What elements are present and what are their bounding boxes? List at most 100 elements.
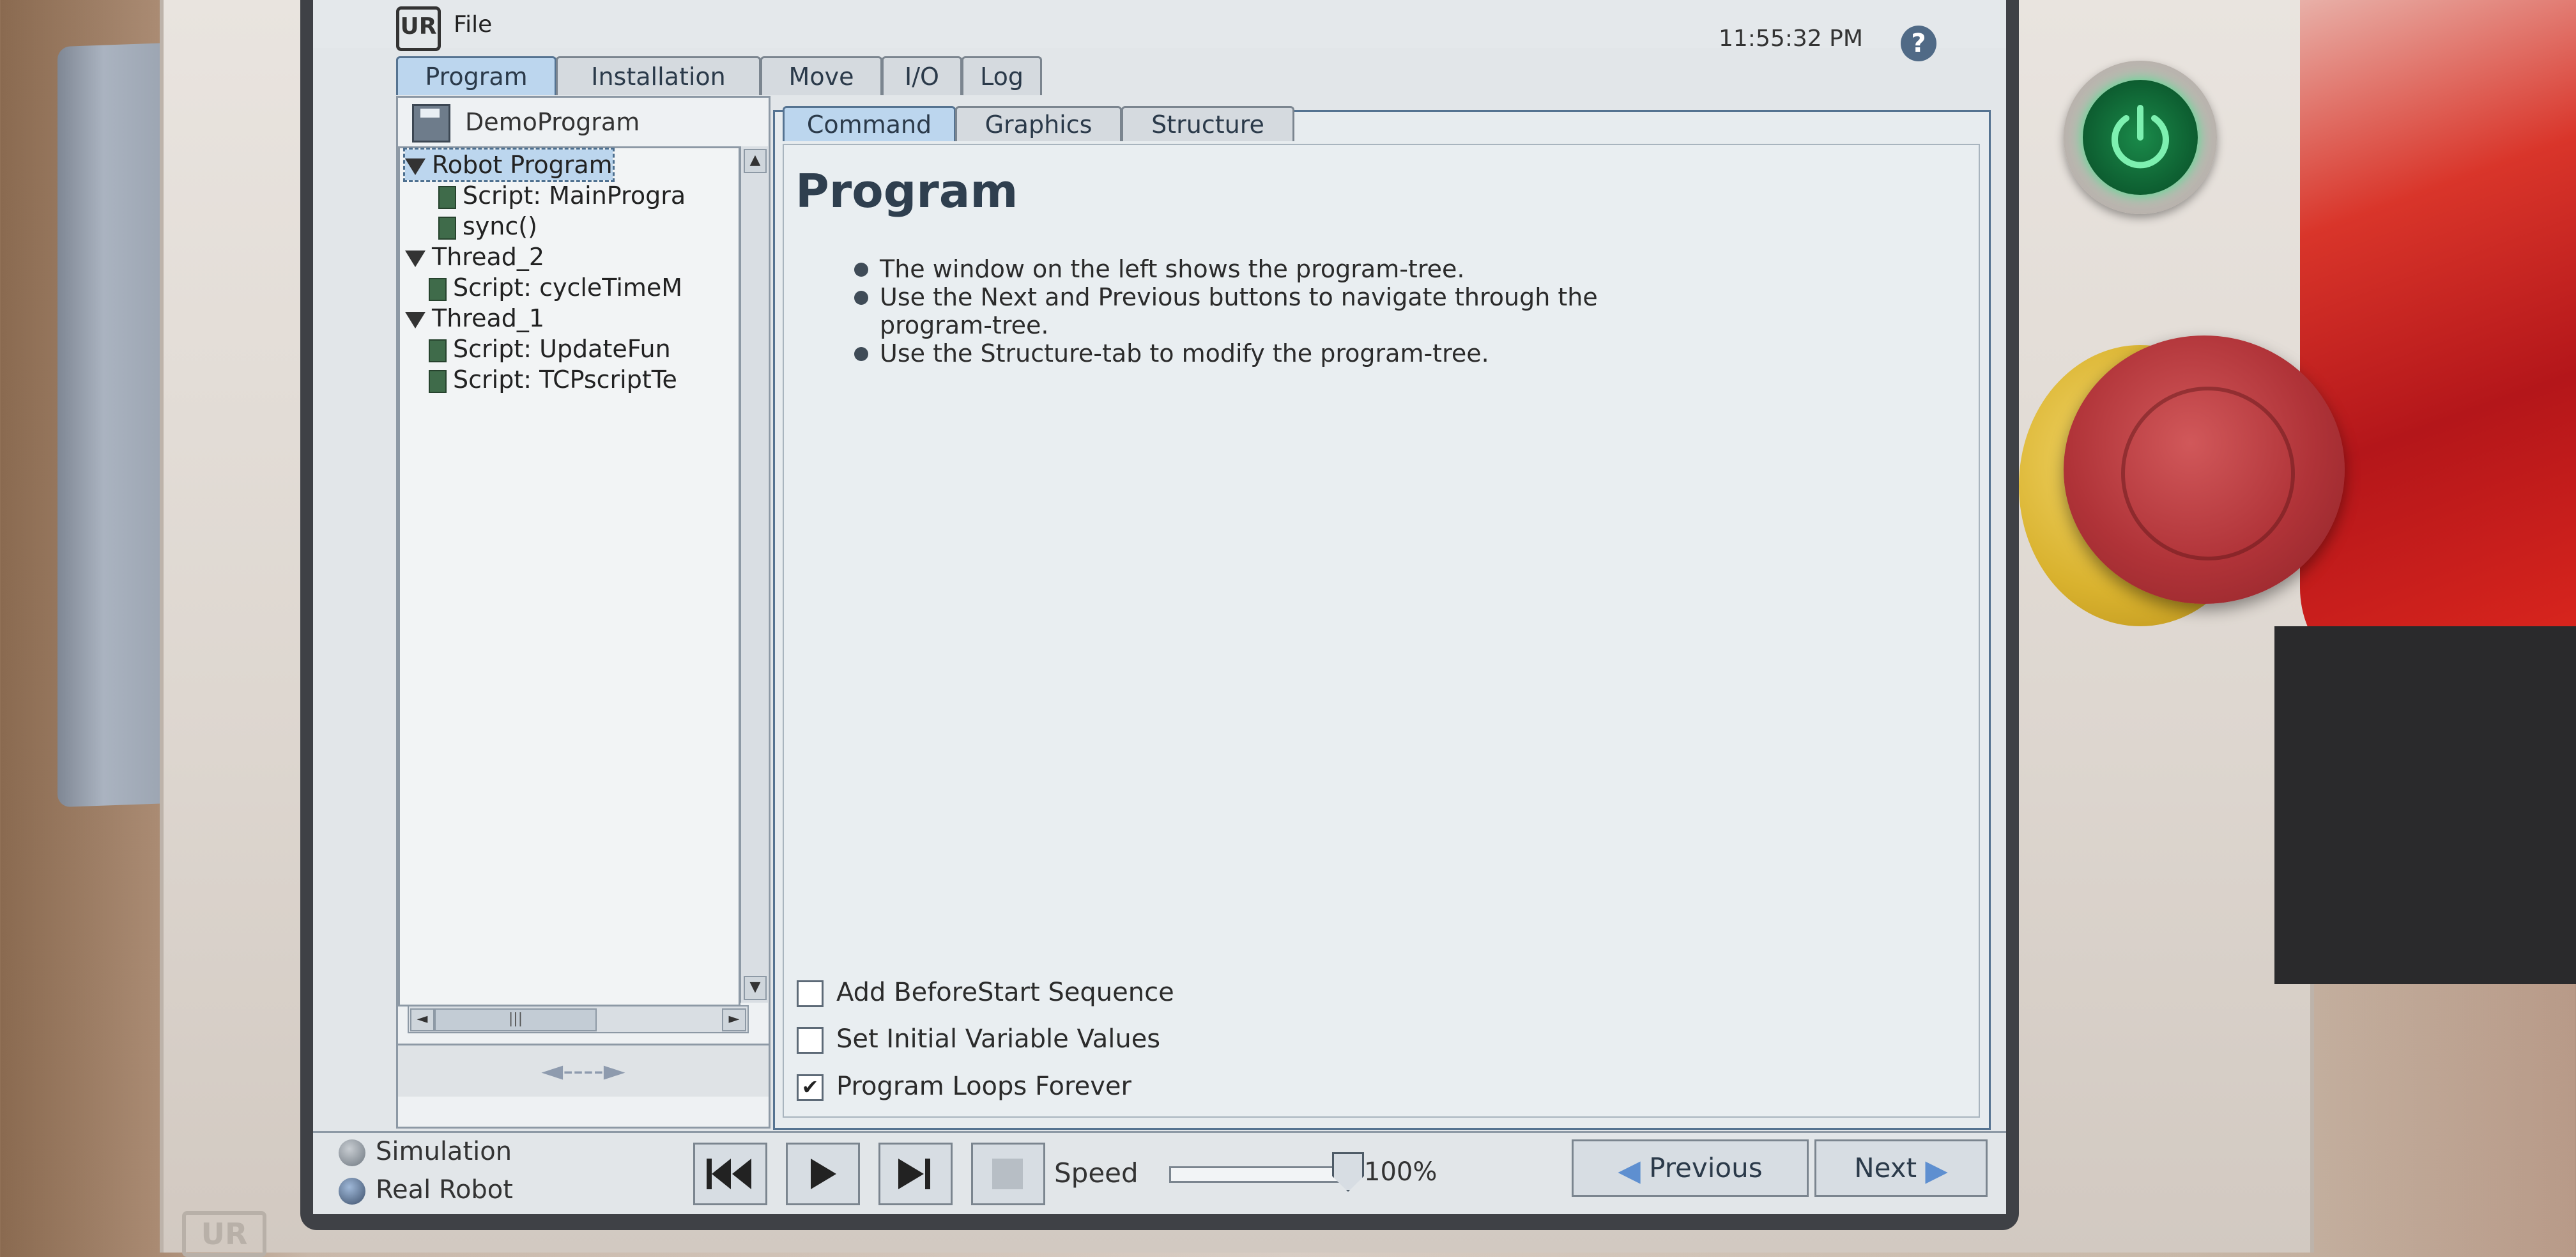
bottom-control-bar: Simulation Real Robot Speed 100% ◀ Previ…: [313, 1131, 2006, 1214]
speed-slider-thumb[interactable]: [1332, 1152, 1364, 1192]
top-bar: UR File 11:55:32 PM ?: [313, 0, 2006, 61]
radio-icon[interactable]: [339, 1139, 365, 1166]
tree-node-label: Robot Program: [432, 151, 613, 179]
scroll-right-icon[interactable]: ►: [722, 1008, 746, 1031]
tree-nav-arrows-icon[interactable]: ◄----►: [519, 1054, 647, 1087]
option-program-loops-forever[interactable]: ✔ Program Loops Forever: [797, 1070, 1131, 1103]
tree-node-robot-program[interactable]: Robot Program: [403, 148, 615, 182]
play-icon: [811, 1159, 836, 1189]
speed-value: 100%: [1364, 1157, 1438, 1187]
help-bullets: The window on the left shows the program…: [854, 255, 1685, 367]
script-icon: [429, 369, 447, 393]
scroll-thumb[interactable]: |||: [434, 1008, 597, 1031]
expand-triangle-icon[interactable]: [405, 250, 425, 267]
pendant-side-edge: [57, 42, 172, 808]
tree-node-script-updatefun[interactable]: Script: UpdateFun: [429, 334, 671, 364]
program-tree: Robot Program Script: MainProgra sync() …: [398, 146, 740, 1006]
tree-node-script-tcpscript[interactable]: Script: TCPscriptTe: [429, 364, 677, 395]
expand-triangle-icon[interactable]: [405, 311, 425, 328]
radio-selected-icon[interactable]: [339, 1178, 365, 1205]
page-title: Program: [795, 164, 1018, 218]
radio-label: Simulation: [376, 1137, 512, 1166]
checkbox-label: Set Initial Variable Values: [836, 1024, 1161, 1054]
power-button[interactable]: [2064, 61, 2217, 214]
tab-move[interactable]: Move: [760, 56, 882, 95]
speed-label: Speed: [1054, 1157, 1138, 1189]
tab-program[interactable]: Program: [396, 56, 556, 95]
program-tree-panel: DemoProgram Robot Program Script: MainPr…: [396, 96, 770, 1129]
power-icon: [2083, 80, 2198, 195]
radio-simulation[interactable]: Simulation: [339, 1134, 512, 1169]
scroll-left-icon[interactable]: ◄: [410, 1008, 434, 1031]
tab-log[interactable]: Log: [962, 56, 1042, 95]
checkbox-label: Add BeforeStart Sequence: [836, 978, 1174, 1007]
emergency-stop-button[interactable]: [2064, 335, 2345, 604]
tree-node-label: Script: UpdateFun: [453, 335, 671, 363]
tab-graphics[interactable]: Graphics: [955, 106, 1122, 141]
tree-node-thread-2[interactable]: Thread_2: [405, 242, 544, 272]
emergency-stop-mark: [2121, 387, 2295, 560]
script-icon: [438, 185, 456, 209]
tab-io[interactable]: I/O: [882, 56, 962, 95]
next-button[interactable]: Next ▶: [1814, 1139, 1988, 1197]
help-bullet: Use the Next and Previous buttons to nav…: [854, 283, 1685, 339]
background-dark-block: [2274, 626, 2576, 984]
checkbox[interactable]: [797, 980, 824, 1007]
scroll-up-icon[interactable]: ▲: [744, 149, 767, 173]
tree-node-sync[interactable]: sync(): [438, 211, 537, 242]
program-header: DemoProgram: [398, 98, 769, 144]
arrow-left-icon: ◀: [1618, 1152, 1641, 1187]
tree-node-label: Thread_2: [432, 243, 545, 271]
stop-button[interactable]: [971, 1143, 1045, 1205]
step-button[interactable]: [878, 1143, 953, 1205]
previous-label: Previous: [1649, 1152, 1763, 1184]
arrow-right-icon: ▶: [1925, 1152, 1948, 1187]
skip-back-icon: [707, 1159, 751, 1189]
ur-logo-icon: UR: [396, 6, 441, 51]
tree-node-label: Thread_1: [432, 304, 545, 332]
tree-node-label: Script: cycleTimeM: [453, 274, 683, 302]
pendant-screen: UR File 11:55:32 PM ? Program Installati…: [313, 0, 2006, 1214]
program-name: DemoProgram: [465, 108, 640, 136]
skip-back-button[interactable]: [693, 1143, 767, 1205]
radio-real-robot[interactable]: Real Robot: [339, 1173, 513, 1207]
script-icon: [429, 277, 447, 301]
command-content: Program The window on the left shows the…: [783, 144, 1980, 1118]
tree-node-label: sync(): [463, 212, 537, 240]
tree-navigation-bar: ◄----►: [398, 1044, 769, 1097]
save-icon[interactable]: [412, 104, 450, 143]
tree-vertical-scrollbar[interactable]: ▲ ▼: [740, 146, 768, 1003]
tree-node-label: Script: MainProgra: [463, 181, 686, 210]
tree-node-script-cycletime[interactable]: Script: cycleTimeM: [429, 272, 682, 303]
tab-command[interactable]: Command: [783, 106, 956, 141]
option-add-beforestart[interactable]: Add BeforeStart Sequence: [797, 976, 1174, 1009]
tree-horizontal-scrollbar[interactable]: ◄ ||| ►: [408, 1005, 749, 1033]
file-menu[interactable]: File: [454, 12, 492, 38]
tab-structure[interactable]: Structure: [1121, 106, 1294, 141]
housing-logo: UR: [182, 1211, 266, 1257]
stop-icon: [992, 1159, 1023, 1189]
tree-node-thread-1[interactable]: Thread_1: [405, 303, 544, 334]
scroll-down-icon[interactable]: ▼: [744, 976, 767, 1000]
help-bullet: Use the Structure-tab to modify the prog…: [854, 339, 1685, 367]
option-set-initial-values[interactable]: Set Initial Variable Values: [797, 1022, 1160, 1056]
help-icon[interactable]: ?: [1901, 26, 1936, 61]
help-bullet: The window on the left shows the program…: [854, 255, 1685, 283]
checkbox-label: Program Loops Forever: [836, 1072, 1131, 1101]
step-forward-icon: [898, 1159, 930, 1189]
checkbox[interactable]: [797, 1027, 824, 1054]
expand-triangle-icon[interactable]: [405, 158, 425, 175]
previous-button[interactable]: ◀ Previous: [1572, 1139, 1809, 1197]
checkbox-checked-icon[interactable]: ✔: [797, 1074, 824, 1101]
next-label: Next: [1854, 1152, 1917, 1184]
radio-label: Real Robot: [376, 1175, 513, 1205]
tree-node-label: Script: TCPscriptTe: [453, 366, 677, 394]
tab-installation[interactable]: Installation: [556, 56, 761, 95]
play-button[interactable]: [786, 1143, 860, 1205]
clock-display: 11:55:32 PM: [1719, 26, 1863, 52]
speed-slider-track[interactable]: [1169, 1166, 1352, 1183]
script-icon: [429, 339, 447, 362]
tree-node-script-main[interactable]: Script: MainProgra: [438, 180, 686, 211]
script-icon: [438, 216, 456, 240]
background-red-cloth: [2300, 0, 2576, 690]
